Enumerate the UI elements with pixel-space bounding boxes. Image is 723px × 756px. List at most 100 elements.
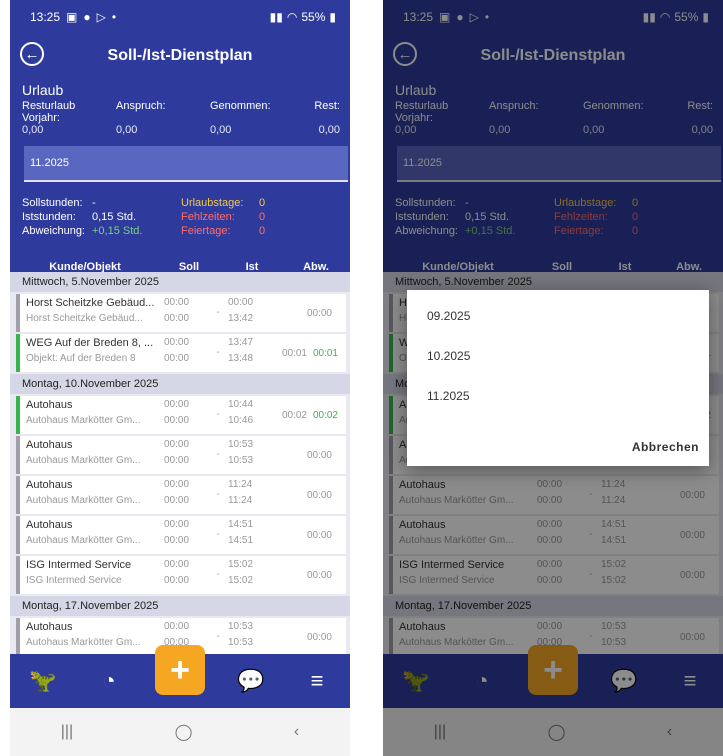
fehlzeiten-value: 0 [259,211,266,223]
soll-start: 00:00 [164,399,190,410]
feiertage-label: Feiertage: [181,225,231,237]
day-header: Montag, 10.November 2025 [10,374,350,394]
genommen-label: Genommen: [210,100,271,112]
page-title: Soll-/Ist-Dienstplan [107,47,253,64]
feiertage-value: 0 [259,225,266,237]
phone-screen-left: 13:25 ▣ ● ▷ • ▮▮ ◠ 55% ▮ ← Soll-/Ist-Die… [10,0,350,756]
abw-time: 00:00 [306,631,332,643]
soll-start: 00:00 [164,479,190,490]
bottom-nav: 🦖 ◔ + 💬 ≡ [10,645,350,708]
recents-icon[interactable]: ||| [61,723,73,741]
chat-icon[interactable]: 💬 [231,661,271,701]
soll-end: 00:00 [164,575,190,586]
ist-end: 10:53 [228,455,254,466]
shift-row[interactable]: Autohaus Autohaus Markötter Gm... 00:00 00:… [16,396,346,434]
ist-start: 10:44 [228,399,254,410]
object-name: Autohaus Markötter Gm... [26,535,141,546]
ist-start: 00:00 [228,297,254,308]
rest-label: Rest: [314,100,340,112]
object-name: Autohaus Markötter Gm... [26,455,141,466]
ist-end: 13:48 [228,353,254,364]
customer-name: WEG Auf der Breden 8, ... [26,337,154,349]
abw-time: 00:00 [306,569,332,581]
ist-start: 10:53 [228,439,254,450]
ist-end: 13:42 [228,313,254,324]
abw-time: 00:00 [306,449,332,461]
phone-screen-right: 13:25 ▣ ● ▷ • ▮▮ ◠ 55% ▮ ← Soll-/Ist-Die… [383,0,723,756]
soll-end: 00:00 [164,415,190,426]
shift-row[interactable]: ISG Intermed Service ISG Intermed Service… [16,556,346,594]
customer-name: Autohaus [26,519,73,531]
soll-start: 00:00 [164,337,190,348]
shift-row[interactable]: WEG Auf der Breden 8, ... Objekt: Auf der… [16,334,346,372]
cancel-button[interactable]: Abbrechen [632,440,699,454]
soll-label: Sollstunden: [22,197,83,209]
back-arrow-icon[interactable]: ← [20,42,44,66]
shift-row[interactable]: Autohaus Autohaus Markötter Gm... 00:00 00:… [16,436,346,474]
gallery-icon: ▣ [66,10,78,24]
soll-end: 00:00 [164,455,190,466]
play-icon: ▷ [96,10,106,24]
month-option[interactable]: 10.2025 [407,336,709,376]
soll-end: 00:00 [164,495,190,506]
ist-start: 14:51 [228,519,254,530]
location-icon: ● [83,10,91,24]
separator: - [216,569,220,580]
home-icon[interactable]: ◯ [175,722,193,742]
ist-end: 14:51 [228,535,254,546]
object-name: Horst Scheitzke Gebäud... [26,313,143,324]
soll-start: 00:00 [164,297,190,308]
system-nav: ||| ◯ ‹ [10,708,350,756]
object-name: Autohaus Markötter Gm... [26,415,141,426]
shift-row[interactable]: Autohaus Autohaus Markötter Gm... 00:00 00:… [16,476,346,514]
day-header: Mittwoch, 5.November 2025 [10,272,350,292]
dino-icon[interactable]: 🦖 [23,661,63,701]
shift-row[interactable]: Horst Scheitzke Gebäud... Horst Scheitzke… [16,294,346,332]
day-header: Montag, 17.November 2025 [10,596,350,616]
abw-time: 00:00 [306,489,332,501]
month-select[interactable]: 11.2025 [24,146,348,182]
soll-end: 00:00 [164,353,190,364]
dot-icon: • [111,10,117,24]
rest-value: 0,00 [318,124,340,136]
app-bar: ← Soll-/Ist-Dienstplan [10,34,350,78]
column-ist: Ist [245,260,259,273]
ist-label: Iststunden: [22,211,76,223]
shift-row[interactable]: Autohaus Autohaus Markötter Gm... 00:00 00:… [16,516,346,554]
fehlzeiten-label: Fehlzeiten: [181,211,235,223]
abw-time: 00:00 [306,529,332,541]
separator: - [216,529,220,540]
separator: - [216,631,220,642]
customer-name: Autohaus [26,621,73,633]
ist-end: 10:53 [228,637,254,648]
abw-time: 00:00 [306,307,332,319]
wifi-icon: ◠ [286,10,298,24]
add-button[interactable]: + [155,645,205,695]
system-back-icon[interactable]: ‹ [294,723,299,741]
column-soll: Soll [178,260,200,273]
ist-end: 10:46 [228,415,254,426]
resturlaub-label: Resturlaub Vorjahr: [22,100,76,124]
ist-start: 13:47 [228,337,254,348]
soll-end: 00:00 [164,313,190,324]
soll-start: 00:00 [164,519,190,530]
month-option[interactable]: 09.2025 [407,296,709,336]
separator: - [216,347,220,358]
anspruch-value: 0,00 [116,124,138,136]
month-option[interactable]: 11.2025 [407,376,709,416]
shift-list[interactable]: Mittwoch, 5.November 2025Horst Scheitzke… [10,272,350,654]
menu-icon[interactable]: ≡ [297,661,337,701]
abw-value: +0,15 Std. [92,225,143,237]
abw-time: 00:01 [281,347,307,359]
object-name: Objekt: Auf der Breden 8 [26,353,136,364]
urlaubstage-value: 0 [259,197,266,209]
urlaub-title: Urlaub [22,82,64,98]
separator: - [216,307,220,318]
separator: - [216,409,220,420]
battery-icon: ▮ [329,10,336,24]
customer-name: Autohaus [26,439,73,451]
genommen-value: 0,00 [210,124,232,136]
customer-name: ISG Intermed Service [26,559,132,571]
clock-user-icon[interactable]: ◔ [89,661,129,701]
status-time: 13:25 [30,10,61,24]
